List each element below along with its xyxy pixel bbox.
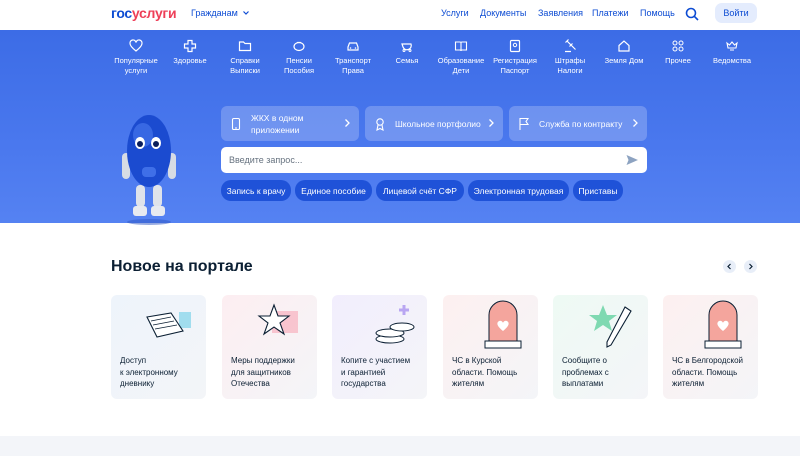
login-button[interactable]: Войти xyxy=(715,3,757,23)
chip-work-record[interactable]: Электронная трудовая xyxy=(468,180,569,201)
category-pensions[interactable]: Пенсии Пособия xyxy=(269,39,329,76)
category-label: Пенсии Пособия xyxy=(283,56,315,75)
chip-sfr-account[interactable]: Лицевой счёт СФР xyxy=(376,180,464,201)
category-transport[interactable]: Транспорт Права xyxy=(323,39,383,76)
category-registration[interactable]: Регистрация Паспорт xyxy=(485,39,545,76)
flag-icon xyxy=(519,117,530,130)
category-label: Прочее xyxy=(665,56,691,65)
emblem-icon xyxy=(726,41,738,51)
chevron-left-icon xyxy=(727,263,731,270)
siren-icon xyxy=(484,300,522,349)
chevron-right-icon xyxy=(345,119,350,127)
news-card[interactable]: Сообщите о проблемах с выплатами xyxy=(553,295,648,399)
category-label: Земля Дом xyxy=(604,56,644,65)
star-icon xyxy=(257,303,298,336)
service-label: Служба по контракту xyxy=(539,118,623,129)
coins-icon xyxy=(375,305,415,344)
category-certificates[interactable]: Справки Выписки xyxy=(215,39,275,76)
category-label: Транспорт Права xyxy=(334,56,372,75)
next-button[interactable] xyxy=(744,260,757,273)
news-card[interactable]: ЧС в Белгородской области. Помощь жителя… xyxy=(663,295,758,399)
nav-payments[interactable]: Платежи xyxy=(592,8,629,18)
service-portfolio[interactable]: Школьное портфолио xyxy=(365,106,503,141)
chevron-down-icon xyxy=(242,11,249,15)
service-label: Школьное портфолио xyxy=(395,118,481,129)
nav-help[interactable]: Помощь xyxy=(640,8,675,18)
news-card[interactable]: Доступ к электронному дневнику xyxy=(111,295,206,399)
news-card[interactable]: Копите с участием и гарантией государств… xyxy=(332,295,427,399)
nav-applications[interactable]: Заявления xyxy=(538,8,583,18)
service-zhkh[interactable]: ЖКХ в одном приложении xyxy=(221,106,359,141)
phone-icon xyxy=(231,117,241,130)
section-title: Новое на портале xyxy=(111,258,253,275)
siren-icon xyxy=(704,300,742,349)
gavel-icon xyxy=(565,39,576,53)
chip-doctor[interactable]: Запись к врачу xyxy=(221,180,291,201)
nav-documents[interactable]: Документы xyxy=(480,8,526,18)
prev-button[interactable] xyxy=(723,260,736,273)
chip-bailiffs[interactable]: Приставы xyxy=(573,180,623,201)
category-land[interactable]: Земля Дом xyxy=(594,39,654,66)
category-agencies[interactable]: Ведомства xyxy=(702,39,762,66)
award-icon xyxy=(376,117,384,131)
grid-icon xyxy=(672,40,684,52)
card-text: Меры поддержки для защитников Отечества xyxy=(231,356,295,388)
piggy-bank-icon xyxy=(293,41,305,52)
news-card[interactable]: ЧС в Курской области. Помощь жителям xyxy=(443,295,538,399)
category-other[interactable]: Прочее xyxy=(648,39,708,66)
category-label: Образование Дети xyxy=(437,56,485,75)
send-icon[interactable] xyxy=(625,153,639,167)
search-input[interactable] xyxy=(221,155,601,165)
card-text: ЧС в Белгородской области. Помощь жителя… xyxy=(672,356,743,388)
role-selector[interactable]: Гражданам xyxy=(191,8,250,18)
category-family[interactable]: Семья xyxy=(377,39,437,66)
service-contract[interactable]: Служба по контракту xyxy=(509,106,647,141)
category-fines[interactable]: Штрафы Налоги xyxy=(540,39,600,76)
search-icon[interactable] xyxy=(684,6,700,22)
car-icon xyxy=(347,42,359,51)
nav-services[interactable]: Услуги xyxy=(441,8,469,18)
category-label: Ведомства xyxy=(713,56,751,65)
card-text: ЧС в Курской области. Помощь жителям xyxy=(452,356,518,388)
role-label: Гражданам xyxy=(191,8,238,18)
stroller-icon xyxy=(401,43,412,52)
medical-cross-icon xyxy=(183,39,197,53)
passport-icon xyxy=(509,39,521,53)
gosuslugi-logo[interactable]: госуслуги xyxy=(111,5,177,21)
search-box xyxy=(221,147,647,173)
hero-banner: Популярные услуги Здоровье Справки Выпис… xyxy=(0,30,800,225)
category-label: Штрафы Налоги xyxy=(554,56,586,75)
chevron-right-icon xyxy=(489,119,494,127)
category-popular[interactable]: Популярные услуги xyxy=(106,39,166,76)
robot-mascot xyxy=(122,115,176,225)
chevron-right-icon xyxy=(633,119,638,127)
category-label: Популярные услуги xyxy=(114,56,158,75)
category-health[interactable]: Здоровье xyxy=(160,39,220,66)
chip-allowance[interactable]: Единое пособие xyxy=(295,180,372,201)
card-text: Копите с участием и гарантией государств… xyxy=(341,356,411,388)
category-label: Семья xyxy=(395,56,419,65)
service-label: ЖКХ в одном приложении xyxy=(251,112,304,135)
house-icon xyxy=(618,40,630,52)
category-label: Здоровье xyxy=(173,56,207,65)
heart-icon xyxy=(129,39,143,52)
folder-icon xyxy=(238,41,252,52)
chevron-right-icon xyxy=(749,263,753,270)
diary-icon xyxy=(146,312,191,338)
category-label: Справки Выписки xyxy=(230,56,260,75)
book-icon xyxy=(454,41,468,52)
news-card[interactable]: Меры поддержки для защитников Отечества xyxy=(222,295,317,399)
category-education[interactable]: Образование Дети xyxy=(431,39,491,76)
footer-strip xyxy=(0,436,800,456)
top-header: госуслуги Гражданам Услуги Документы Зая… xyxy=(0,0,800,30)
card-text: Сообщите о проблемах с выплатами xyxy=(562,356,609,388)
category-label: Регистрация Паспорт xyxy=(493,56,537,75)
pen-icon xyxy=(589,305,632,348)
card-text: Доступ к электронному дневнику xyxy=(120,356,178,388)
